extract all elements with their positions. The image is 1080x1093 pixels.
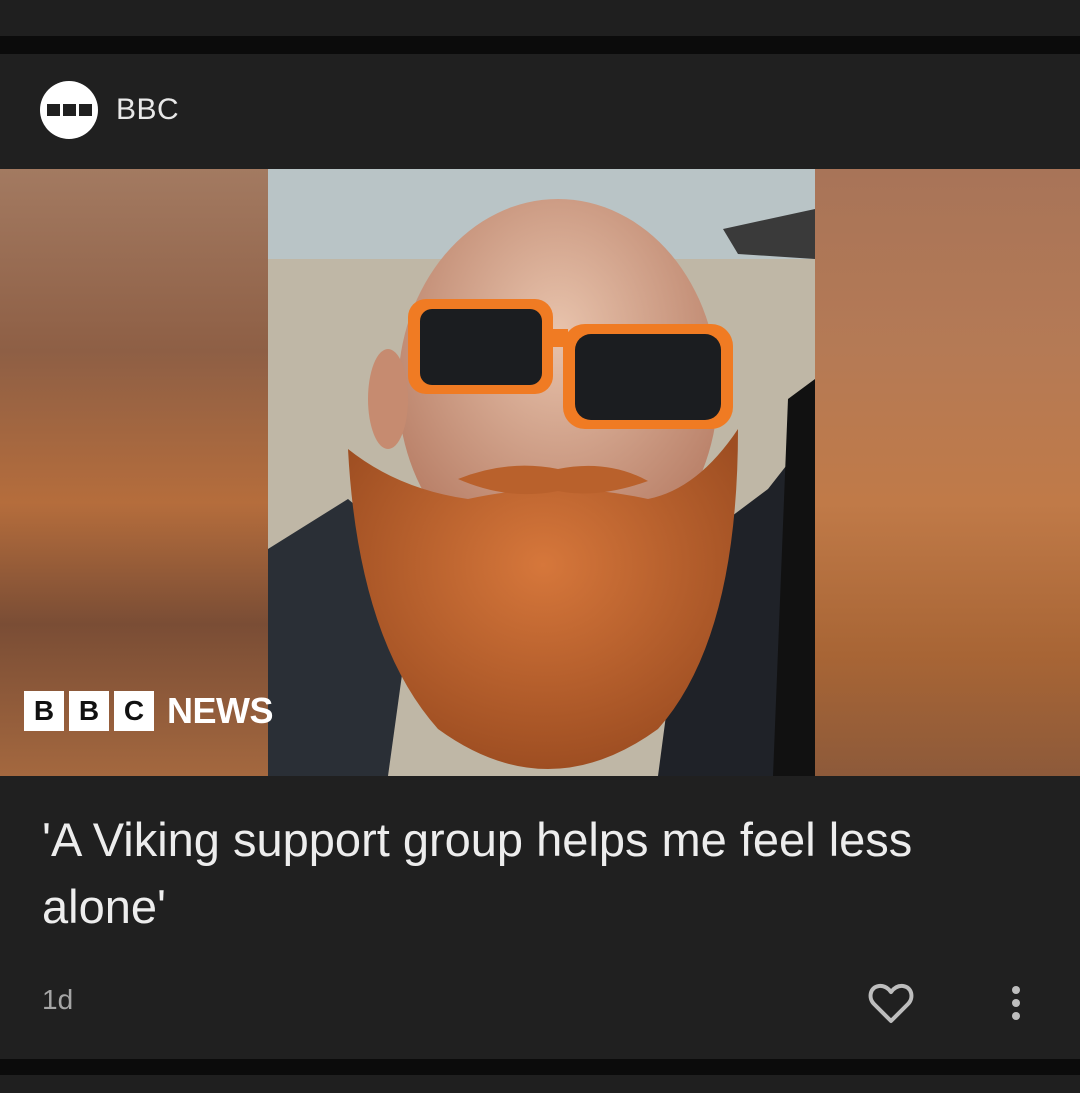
image-blur-left bbox=[0, 169, 268, 776]
bbc-logo-letter: B bbox=[24, 690, 64, 731]
man-with-beard-illustration bbox=[268, 169, 815, 776]
previous-card-edge bbox=[0, 0, 1080, 36]
source-row[interactable]: BBC bbox=[40, 80, 179, 140]
portrait-photo bbox=[268, 169, 815, 776]
article-image[interactable]: B B C NEWS bbox=[0, 169, 1080, 776]
bbc-news-word: NEWS bbox=[167, 689, 274, 731]
bbc-news-logo: B B C NEWS bbox=[24, 689, 274, 731]
like-button[interactable] bbox=[864, 976, 918, 1030]
image-blur-right bbox=[815, 169, 1080, 776]
next-card-edge bbox=[0, 1075, 1080, 1093]
headline[interactable]: 'A Viking support group helps me feel le… bbox=[42, 806, 1002, 940]
heart-outline-icon bbox=[868, 983, 914, 1023]
more-vertical-icon bbox=[1012, 986, 1020, 1020]
bbc-logo-letter: B bbox=[69, 690, 109, 731]
timestamp: 1d bbox=[42, 984, 74, 1015]
more-options-button[interactable] bbox=[994, 976, 1038, 1030]
news-card[interactable]: BBC B B C NEWS 'A Viking support group h… bbox=[0, 54, 1080, 1059]
source-name: BBC bbox=[116, 93, 180, 126]
bbc-logo-letter: C bbox=[114, 690, 154, 731]
bbc-logo-icon bbox=[40, 81, 98, 139]
